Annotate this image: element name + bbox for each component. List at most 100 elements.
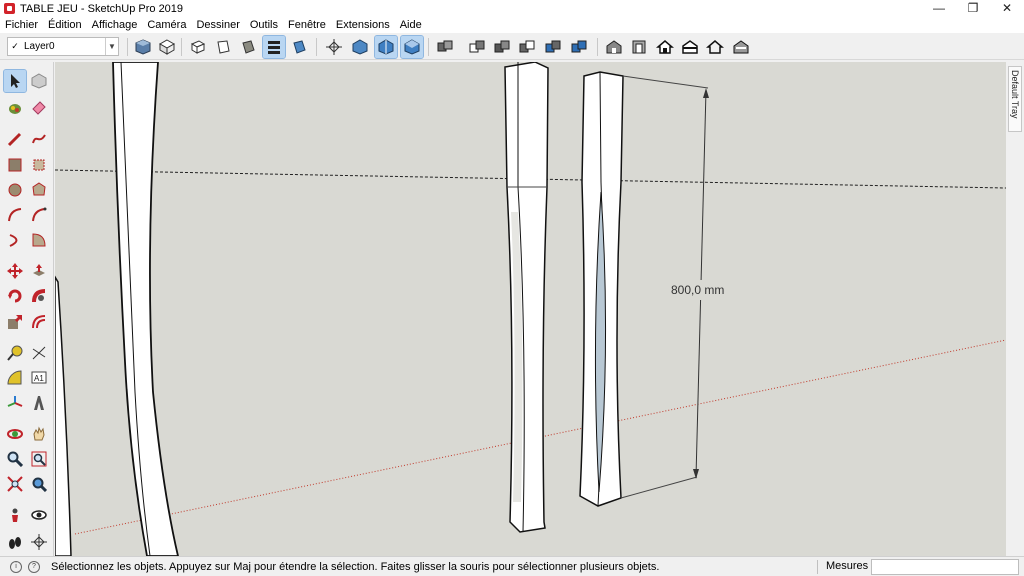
walk-tool[interactable] [4, 531, 26, 553]
toolbar-separator [127, 38, 128, 56]
extension-warehouse-button[interactable] [628, 36, 650, 58]
zoom-tool[interactable] [4, 448, 26, 470]
circle-icon [8, 183, 22, 197]
house-outline-button[interactable] [704, 36, 726, 58]
house-button[interactable] [654, 36, 676, 58]
chevron-down-icon[interactable]: ▼ [105, 38, 118, 55]
pencil-tool[interactable] [4, 128, 26, 150]
measurements-input[interactable] [871, 559, 1019, 575]
scale-tool[interactable] [4, 311, 26, 333]
previous-view-tool[interactable] [28, 473, 50, 495]
close-button[interactable]: ✕ [990, 0, 1024, 17]
wireframe-style-button[interactable] [288, 36, 310, 58]
rotated-rectangle-tool[interactable] [28, 154, 50, 176]
menu-outils[interactable]: Outils [250, 19, 278, 31]
partial-leg-edge [55, 275, 72, 556]
maximize-button[interactable]: ❐ [956, 0, 990, 17]
component-button[interactable] [434, 36, 456, 58]
circle-tool[interactable] [4, 179, 26, 201]
iso-view-button[interactable] [132, 36, 154, 58]
toolbar-separator [181, 38, 182, 56]
layer-dropdown[interactable]: ✓ Layer0 ▼ [7, 37, 119, 56]
pie-icon [32, 233, 46, 247]
menu-extensions[interactable]: Extensions [336, 19, 390, 31]
section-fill-button[interactable] [400, 35, 424, 59]
pie-tool[interactable] [28, 229, 50, 251]
minimize-button[interactable]: — [922, 0, 956, 17]
eraser-tool[interactable] [28, 96, 50, 118]
menu-affichage[interactable]: Affichage [92, 19, 138, 31]
text-tool[interactable]: A1 [28, 367, 50, 389]
make-component-icon [31, 73, 47, 89]
follow-me-tool[interactable] [28, 285, 50, 307]
rotate-tool[interactable] [4, 285, 26, 307]
outer-shell-button[interactable] [568, 36, 590, 58]
top-view-button[interactable] [156, 36, 178, 58]
xray-style-button[interactable] [262, 35, 286, 59]
section-plane-tool[interactable] [28, 531, 50, 553]
move-tool[interactable] [4, 260, 26, 282]
back-view-button[interactable] [237, 36, 259, 58]
dimension-tool[interactable] [28, 342, 50, 364]
outer-shell-icon [571, 40, 587, 53]
freehand-tool[interactable] [28, 128, 50, 150]
right-view-button[interactable] [212, 36, 234, 58]
toolbar-separator [597, 38, 598, 56]
solid-trim-icon [519, 40, 535, 53]
menu-edition[interactable]: Édition [48, 19, 82, 31]
menu-fichier[interactable]: Fichier [5, 19, 38, 31]
zoom-window-icon [31, 451, 47, 467]
text-tool-label: A1 [34, 374, 44, 383]
pan-tool[interactable] [28, 423, 50, 445]
modeling-viewport[interactable]: 800,0 mm [55, 62, 1006, 556]
solid-split-button[interactable] [542, 36, 564, 58]
house-icon [656, 40, 674, 54]
freehand-icon [32, 134, 46, 144]
zoom-window-tool[interactable] [28, 448, 50, 470]
warehouse-icon [606, 40, 622, 54]
position-camera-icon [12, 508, 18, 522]
section-cut-button[interactable] [349, 36, 371, 58]
wireframe-style-icon [293, 40, 306, 54]
help-icon[interactable]: ? [28, 560, 40, 573]
model-canvas[interactable]: 800,0 mm [55, 62, 1006, 556]
axes-tool[interactable] [4, 392, 26, 414]
rectangle-tool[interactable] [4, 154, 26, 176]
position-camera-tool[interactable] [4, 504, 26, 526]
two-point-arc-tool[interactable] [28, 204, 50, 226]
menu-dessiner[interactable]: Dessiner [196, 19, 239, 31]
zoom-extents-tool[interactable] [4, 473, 26, 495]
three-point-arc-tool[interactable] [4, 229, 26, 251]
paint-bucket-icon [9, 104, 21, 114]
orbit-tool[interactable] [4, 423, 26, 445]
front-view-button[interactable] [187, 36, 209, 58]
warehouse-button[interactable] [603, 36, 625, 58]
status-separator [817, 560, 818, 574]
paint-bucket-tool[interactable] [4, 96, 26, 118]
menu-bar: Fichier Édition Affichage Caméra Dessine… [0, 17, 1024, 33]
push-pull-tool[interactable] [28, 260, 50, 282]
house-export-button[interactable] [730, 36, 752, 58]
make-component-tool[interactable] [28, 70, 50, 92]
arc-tool[interactable] [4, 204, 26, 226]
protractor-tool[interactable] [4, 367, 26, 389]
menu-camera[interactable]: Caméra [147, 19, 186, 31]
extension-warehouse-icon [632, 40, 646, 54]
info-icon[interactable]: i [10, 560, 22, 573]
menu-fenetre[interactable]: Fenêtre [288, 19, 326, 31]
solid-subtract-button[interactable] [491, 36, 513, 58]
polygon-tool[interactable] [28, 179, 50, 201]
look-around-tool[interactable] [28, 504, 50, 526]
menu-aide[interactable]: Aide [400, 19, 422, 31]
select-tool[interactable] [3, 69, 27, 93]
tape-measure-tool[interactable] [4, 342, 26, 364]
tray-panel [1007, 62, 1024, 556]
3d-text-tool[interactable] [28, 392, 50, 414]
offset-tool[interactable] [28, 311, 50, 333]
section-display-button[interactable] [374, 35, 398, 59]
solid-trim-button[interactable] [516, 36, 538, 58]
house-share-button[interactable] [679, 36, 701, 58]
section-plane-button[interactable] [323, 36, 345, 58]
three-point-arc-icon [9, 234, 18, 247]
solid-union-button[interactable] [466, 36, 488, 58]
